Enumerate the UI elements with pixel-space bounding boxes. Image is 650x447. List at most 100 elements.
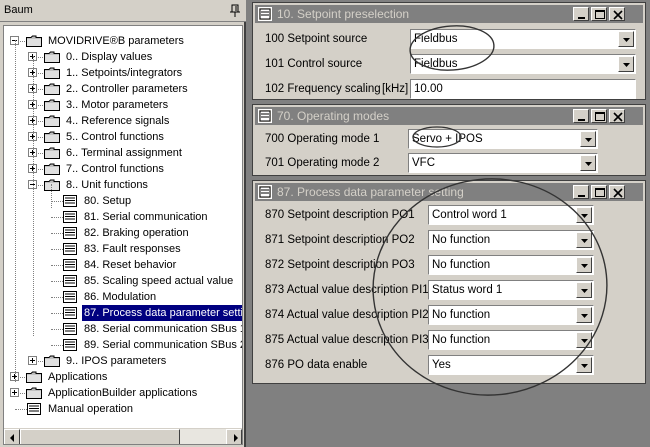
parameter-dropdown[interactable]: Fieldbus: [410, 54, 636, 74]
tree-item-label: ApplicationBuilder applications: [48, 387, 198, 399]
frequency-scaling-input[interactable]: 10.00: [410, 79, 636, 99]
dropdown-button[interactable]: [580, 155, 596, 171]
dropdown-button[interactable]: [576, 282, 592, 298]
dropdown-button[interactable]: [576, 357, 592, 373]
tree-item-label: 80. Setup: [84, 195, 132, 207]
parameter-page-icon: [62, 226, 78, 240]
dropdown-button[interactable]: [580, 131, 596, 147]
chevron-down-icon: [581, 339, 588, 343]
parameter-dropdown[interactable]: Servo + IPOS: [408, 129, 598, 149]
tree-item[interactable]: 84. Reset behavior: [4, 257, 242, 273]
dropdown-button[interactable]: [576, 332, 592, 348]
tree-item[interactable]: 1.. Setpoints/integrators: [4, 65, 242, 81]
chevron-down-icon: [581, 364, 588, 368]
tree-item[interactable]: ApplicationBuilder applications: [4, 385, 242, 401]
arrow-right-icon: [234, 434, 238, 442]
tree-item[interactable]: 5.. Control functions: [4, 129, 242, 145]
window-title-bar: 70. Operating modes: [255, 107, 643, 125]
tree-item[interactable]: 80. Setup: [4, 193, 242, 209]
parameter-dropdown[interactable]: Fieldbus: [410, 29, 636, 49]
tree-item[interactable]: 86. Modulation: [4, 289, 242, 305]
maximize-button[interactable]: [591, 109, 607, 123]
maximize-icon: [595, 10, 605, 19]
scroll-right-button[interactable]: [226, 429, 242, 444]
chevron-down-icon: [623, 63, 630, 67]
tree-horizontal-scrollbar[interactable]: [4, 428, 242, 444]
tree-item[interactable]: 87. Process data parameter settin: [4, 305, 242, 321]
expand-icon[interactable]: [28, 356, 37, 365]
parameter-dropdown[interactable]: Control word 1: [428, 205, 594, 225]
folder-icon: [44, 147, 60, 159]
parameter-dropdown[interactable]: No function: [428, 255, 594, 275]
dropdown-button[interactable]: [618, 56, 634, 72]
parameter-page-icon: [62, 242, 78, 256]
parameter-tree[interactable]: MOVIDRIVE®B parameters 0.. Display values…: [3, 25, 243, 445]
close-button[interactable]: [609, 109, 625, 123]
dropdown-button[interactable]: [576, 307, 592, 323]
tree-item-label: 85. Scaling speed actual value: [84, 275, 234, 287]
tree-item[interactable]: 3.. Motor parameters: [4, 97, 242, 113]
minimize-button[interactable]: [573, 7, 589, 21]
tree-item[interactable]: 89. Serial communication SBus 2: [4, 337, 243, 353]
pin-icon[interactable]: [228, 4, 242, 18]
tree-item[interactable]: Manual operation: [4, 401, 242, 417]
tree-item-label: 89. Serial communication SBus 2: [84, 339, 243, 351]
tree-item[interactable]: 81. Serial communication: [4, 209, 242, 225]
field-value: 10.00: [414, 83, 443, 95]
dropdown-value: Yes: [432, 359, 451, 371]
minimize-icon: [578, 17, 585, 19]
tree-guide-line: [51, 184, 52, 208]
dropdown-button[interactable]: [576, 232, 592, 248]
dropdown-value: No function: [432, 259, 491, 271]
parameter-dropdown[interactable]: VFC: [408, 153, 598, 173]
dropdown-button[interactable]: [576, 207, 592, 223]
chevron-down-icon: [581, 214, 588, 218]
close-button[interactable]: [609, 185, 625, 199]
chevron-down-icon: [585, 138, 592, 142]
tree-item-label: 84. Reset behavior: [84, 259, 177, 271]
minimize-button[interactable]: [573, 109, 589, 123]
window-title: 87. Process data parameter setting: [277, 185, 464, 199]
parameter-page-icon: [62, 306, 78, 320]
parameter-window-icon: [258, 109, 272, 123]
tree-item[interactable]: 0.. Display values: [4, 49, 242, 65]
close-button[interactable]: [609, 7, 625, 21]
tree-item[interactable]: 83. Fault responses: [4, 241, 242, 257]
tree-item[interactable]: 2.. Controller parameters: [4, 81, 242, 97]
tree-item[interactable]: 4.. Reference signals: [4, 113, 242, 129]
tree-item[interactable]: 9.. IPOS parameters: [4, 353, 242, 369]
maximize-button[interactable]: [591, 185, 607, 199]
parameter-label: 871 Setpoint description PO2: [265, 234, 415, 246]
expand-icon[interactable]: [10, 388, 19, 397]
minimize-button[interactable]: [573, 185, 589, 199]
tree-item[interactable]: 7.. Control functions: [4, 161, 242, 177]
tree-item[interactable]: 85. Scaling speed actual value: [4, 273, 242, 289]
dropdown-button[interactable]: [618, 31, 634, 47]
dropdown-button[interactable]: [576, 257, 592, 273]
dropdown-value: Control word 1: [432, 209, 507, 221]
parameter-label: 701 Operating mode 2: [265, 157, 380, 169]
tree-item-label: 2.. Controller parameters: [66, 83, 188, 95]
parameter-label: 876 PO data enable: [265, 359, 368, 371]
scroll-left-button[interactable]: [4, 429, 20, 444]
parameter-label: 102 Frequency scaling: [265, 83, 381, 95]
tree-item[interactable]: 6.. Terminal assignment: [4, 145, 242, 161]
tree-item[interactable]: Applications: [4, 369, 242, 385]
maximize-button[interactable]: [591, 7, 607, 21]
parameter-dropdown[interactable]: No function: [428, 230, 594, 250]
tree-item[interactable]: 88. Serial communication SBus 1: [4, 321, 242, 337]
tree-item[interactable]: MOVIDRIVE®B parameters: [4, 33, 242, 49]
dropdown-value: No function: [432, 309, 491, 321]
window-title-bar: 10. Setpoint preselection: [255, 5, 643, 23]
parameter-dropdown[interactable]: No function: [428, 330, 594, 350]
tree-item[interactable]: 82. Braking operation: [4, 225, 242, 241]
parameter-page-icon: [62, 258, 78, 272]
scroll-thumb[interactable]: [20, 429, 180, 444]
tree-item[interactable]: 8.. Unit functions: [4, 177, 242, 193]
parameter-dropdown[interactable]: Status word 1: [428, 280, 594, 300]
parameter-page-icon: [62, 338, 78, 352]
parameter-dropdown[interactable]: No function: [428, 305, 594, 325]
parameter-dropdown[interactable]: Yes: [428, 355, 594, 375]
tree-item-label: MOVIDRIVE®B parameters: [48, 35, 184, 47]
window-setpoint-preselection: 10. Setpoint preselection 100 Setpoint so…: [252, 2, 646, 100]
